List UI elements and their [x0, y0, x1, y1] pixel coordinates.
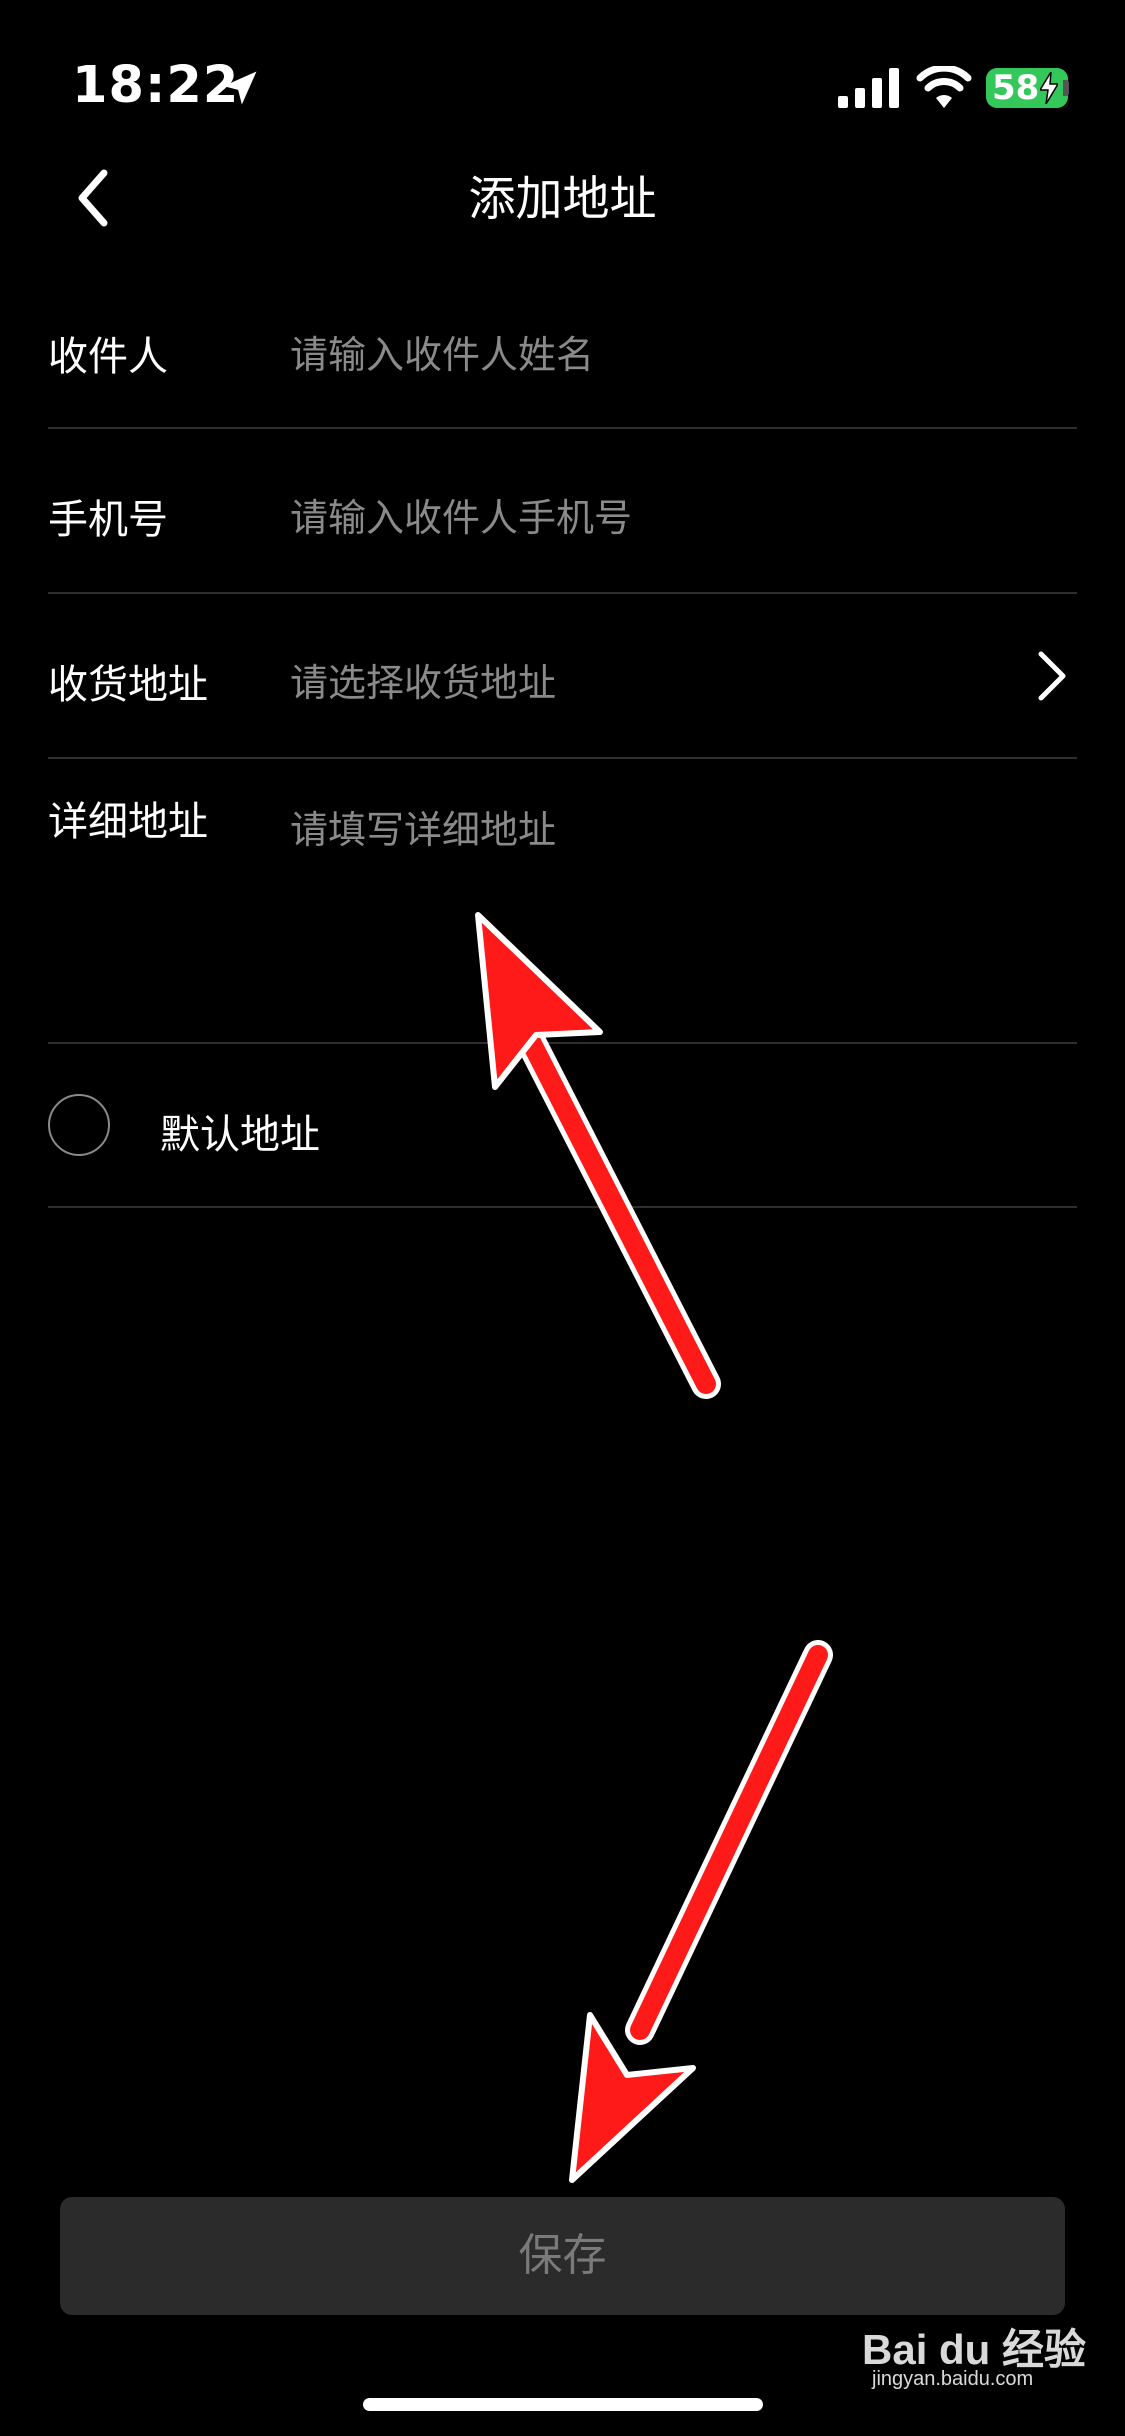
region-row[interactable]: 收货地址 请选择收货地址 — [48, 594, 1077, 759]
region-select[interactable]: 请选择收货地址 — [290, 652, 556, 707]
save-button[interactable]: 保存 — [60, 2197, 1065, 2315]
region-label: 收货地址 — [48, 662, 208, 708]
arrow-to-save — [569, 1640, 833, 2183]
status-bar: 18:22 58 — [0, 0, 1125, 150]
divider — [48, 1206, 1077, 1208]
watermark-sub: jingyan.baidu.com — [872, 2368, 1034, 2390]
battery-charging-icon — [1040, 72, 1058, 104]
battery-level: 58 — [992, 68, 1040, 108]
location-arrow-icon — [223, 71, 257, 105]
phone-input[interactable]: 请输入收件人手机号 — [290, 487, 632, 542]
detail-row: 详细地址 请填写详细地址 — [48, 759, 1077, 1044]
cellular-signal-icon — [838, 68, 899, 108]
default-address-label: 默认地址 — [160, 1112, 320, 1158]
detail-label: 详细地址 — [48, 799, 208, 845]
name-input[interactable]: 请输入收件人姓名 — [290, 324, 594, 379]
home-indicator — [363, 2398, 763, 2411]
phone-label: 手机号 — [48, 497, 168, 543]
name-row: 收件人 请输入收件人姓名 — [48, 280, 1077, 429]
status-time: 18:22 — [72, 56, 240, 115]
baidu-jingyan-watermark: Bai du 经验 jingyan.baidu.com — [862, 2316, 1086, 2396]
nav-bar: 添加地址 — [0, 150, 1125, 250]
page-title: 添加地址 — [468, 172, 657, 227]
wifi-icon — [916, 66, 972, 108]
default-address-radio[interactable] — [48, 1094, 110, 1156]
phone-row: 手机号 请输入收件人手机号 — [48, 429, 1077, 594]
name-label: 收件人 — [48, 334, 168, 380]
battery-cap — [1063, 80, 1069, 96]
chevron-right-icon[interactable] — [1035, 648, 1071, 704]
detail-textarea[interactable]: 请填写详细地址 — [290, 799, 556, 854]
